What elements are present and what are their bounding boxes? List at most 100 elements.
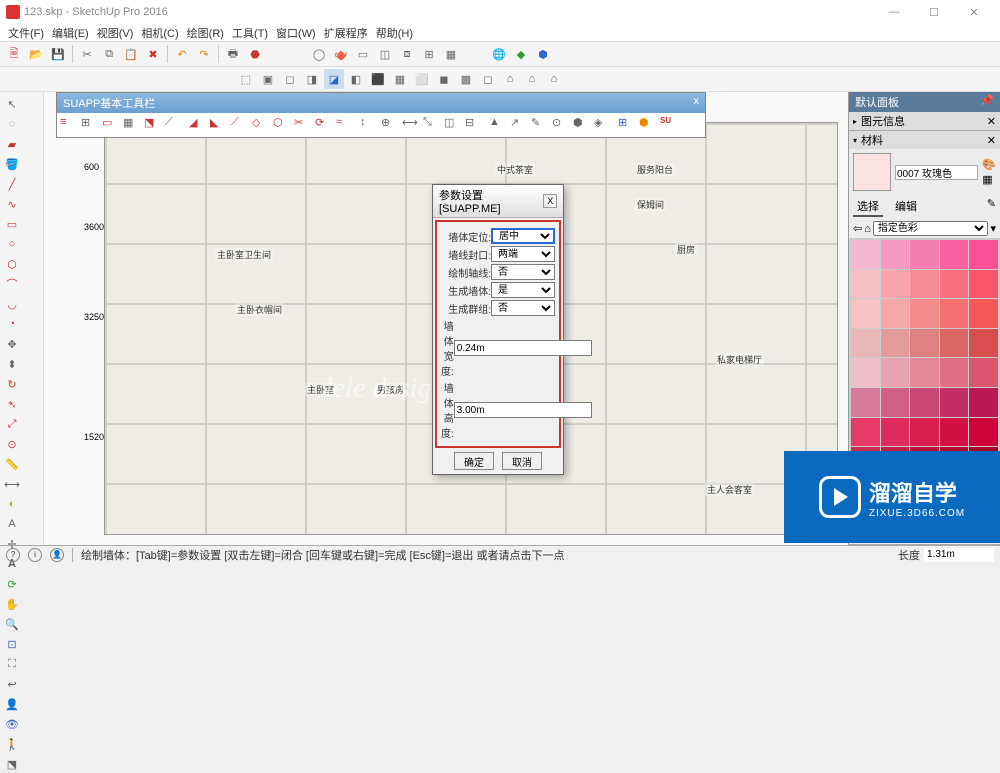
suapp-header[interactable]: SUAPP基本工具栏 x xyxy=(57,93,705,113)
color-swatch[interactable] xyxy=(969,358,998,387)
maximize-button[interactable]: ☐ xyxy=(914,0,954,24)
draw-axis-select[interactable]: 否 xyxy=(491,264,555,280)
color-swatch[interactable] xyxy=(881,418,910,447)
frame-buffer-icon[interactable]: ▦ xyxy=(441,44,461,64)
color-swatch[interactable] xyxy=(969,329,998,358)
suapp-tool-icon[interactable]: ✂ xyxy=(294,116,312,134)
scale-icon[interactable]: ⤢ xyxy=(3,415,21,433)
left-view-icon[interactable]: ◧ xyxy=(346,69,366,89)
front-view-icon[interactable]: ◻ xyxy=(280,69,300,89)
color-swatch[interactable] xyxy=(940,329,969,358)
wall-width-input[interactable] xyxy=(454,340,592,356)
teapot-icon[interactable]: 🫖 xyxy=(331,44,351,64)
arc-icon[interactable]: ⌒ xyxy=(3,275,21,293)
menu-help[interactable]: 帮助(H) xyxy=(372,25,417,41)
paint-bucket-icon[interactable]: 🪣 xyxy=(3,155,21,173)
iso-view-icon[interactable]: ⬚ xyxy=(236,69,256,89)
suapp-tool-icon[interactable]: ⤡ xyxy=(423,116,441,134)
right-view-icon[interactable]: ◨ xyxy=(302,69,322,89)
color-library-select[interactable]: 指定色彩 xyxy=(873,221,989,236)
color-swatch[interactable] xyxy=(940,240,969,269)
suapp-tool-icon[interactable]: ⬢ xyxy=(573,116,591,134)
suapp-tool-icon[interactable]: ⊙ xyxy=(552,116,570,134)
render-region-icon[interactable]: ◫ xyxy=(375,44,395,64)
suapp-tool-icon[interactable]: ✎ xyxy=(531,116,549,134)
wall-position-select[interactable]: 居中 xyxy=(491,228,555,244)
undo-icon[interactable]: ↶ xyxy=(172,44,192,64)
circle-tool-icon[interactable]: ◯ xyxy=(309,44,329,64)
color-swatch[interactable] xyxy=(940,388,969,417)
pan-icon[interactable]: ✋ xyxy=(3,595,21,613)
dialog-titlebar[interactable]: 参数设置 [SUAPP.ME] X xyxy=(433,185,563,218)
close-button[interactable]: ✕ xyxy=(954,0,994,24)
color-swatch[interactable] xyxy=(881,299,910,328)
color-swatch[interactable] xyxy=(940,299,969,328)
suapp-tool-icon[interactable]: ▲ xyxy=(489,116,507,134)
back-view-icon[interactable]: ◪ xyxy=(324,69,344,89)
suapp-tool-icon[interactable]: ⬔ xyxy=(144,116,162,134)
color-swatch[interactable] xyxy=(910,270,939,299)
gen-wall-select[interactable]: 是 xyxy=(491,282,555,298)
color-swatch[interactable] xyxy=(881,240,910,269)
color-swatch[interactable] xyxy=(940,270,969,299)
suapp-toolbar[interactable]: SUAPP基本工具栏 x ≡ ⊞ ▭ ▦ ⬔ ⟋ ◢ ◣ ⟋ ◇ ⬡ ✂ ⟳ ≈… xyxy=(56,92,706,138)
previous-icon[interactable]: ↩ xyxy=(3,675,21,693)
suapp-tool-icon[interactable]: ◣ xyxy=(210,116,228,134)
material-swatch[interactable] xyxy=(853,153,891,191)
section-icon[interactable]: ⬔ xyxy=(3,755,21,773)
arc2-icon[interactable]: ◡ xyxy=(3,295,21,313)
suapp-tool-icon[interactable]: ⊟ xyxy=(465,116,483,134)
circle-icon[interactable]: ○ xyxy=(3,235,21,253)
color-swatch[interactable] xyxy=(851,388,880,417)
menu-edit[interactable]: 编辑(E) xyxy=(48,25,93,41)
color-swatch[interactable] xyxy=(910,240,939,269)
color-swatch[interactable] xyxy=(851,240,880,269)
suapp-tool-icon[interactable]: ↕ xyxy=(360,116,378,134)
top-view-icon[interactable]: ▣ xyxy=(258,69,278,89)
copy-icon[interactable]: ⧉ xyxy=(99,44,119,64)
color-swatch[interactable] xyxy=(969,299,998,328)
rectangle-icon[interactable]: ▭ xyxy=(3,215,21,233)
default-material-icon[interactable]: ▦ xyxy=(982,173,996,186)
paste-icon[interactable]: 📋 xyxy=(121,44,141,64)
color-swatch[interactable] xyxy=(969,388,998,417)
color-swatch[interactable] xyxy=(851,358,880,387)
dimension-icon[interactable]: ⟷ xyxy=(3,475,21,493)
suapp-tool-icon[interactable]: ⟋ xyxy=(231,116,249,134)
length-input[interactable] xyxy=(924,548,994,562)
look-around-icon[interactable]: 👁 xyxy=(3,715,21,733)
suapp-logo-icon[interactable]: SU xyxy=(660,116,678,134)
color-swatch[interactable] xyxy=(969,418,998,447)
status-icon-3[interactable]: 👤 xyxy=(50,548,64,562)
suapp-tool-icon[interactable]: ◢ xyxy=(189,116,207,134)
color-swatch[interactable] xyxy=(940,358,969,387)
color-swatch[interactable] xyxy=(851,329,880,358)
suapp-tool-icon[interactable]: ≡ xyxy=(60,116,78,134)
color-swatch[interactable] xyxy=(910,418,939,447)
offset-icon[interactable]: ⊙ xyxy=(3,435,21,453)
eraser-icon[interactable]: ▰ xyxy=(3,135,21,153)
color-swatch[interactable] xyxy=(881,329,910,358)
menu-camera[interactable]: 相机(C) xyxy=(137,25,182,41)
shaded-icon[interactable]: ◼ xyxy=(434,69,454,89)
open-file-icon[interactable]: 📂 xyxy=(26,44,46,64)
protractor-icon[interactable]: ◐ xyxy=(3,495,21,513)
position-camera-icon[interactable]: 👤 xyxy=(3,695,21,713)
suapp-tool-icon[interactable]: ◇ xyxy=(252,116,270,134)
extension-icon[interactable]: ◆ xyxy=(511,44,531,64)
menu-tools[interactable]: 工具(T) xyxy=(228,25,272,41)
status-icon-2[interactable]: i xyxy=(28,548,42,562)
color-swatch[interactable] xyxy=(910,388,939,417)
suapp-tool-icon[interactable]: ⟋ xyxy=(165,116,183,134)
redo-icon[interactable]: ↷ xyxy=(194,44,214,64)
color-swatch[interactable] xyxy=(881,270,910,299)
section-header-materials[interactable]: 材料✕ xyxy=(849,131,1000,149)
save-file-icon[interactable]: 💾 xyxy=(48,44,68,64)
suapp-tool-icon[interactable]: ▭ xyxy=(102,116,120,134)
suapp-tool-icon[interactable]: ▦ xyxy=(123,116,141,134)
suapp-tool-icon[interactable]: ⟳ xyxy=(315,116,333,134)
back-icon[interactable]: ⇦ xyxy=(853,222,862,235)
eyedropper-icon[interactable]: ✎ xyxy=(987,197,996,217)
pushpull-icon[interactable]: ⬍ xyxy=(3,355,21,373)
wall-cap-select[interactable]: 两端 xyxy=(491,246,555,262)
